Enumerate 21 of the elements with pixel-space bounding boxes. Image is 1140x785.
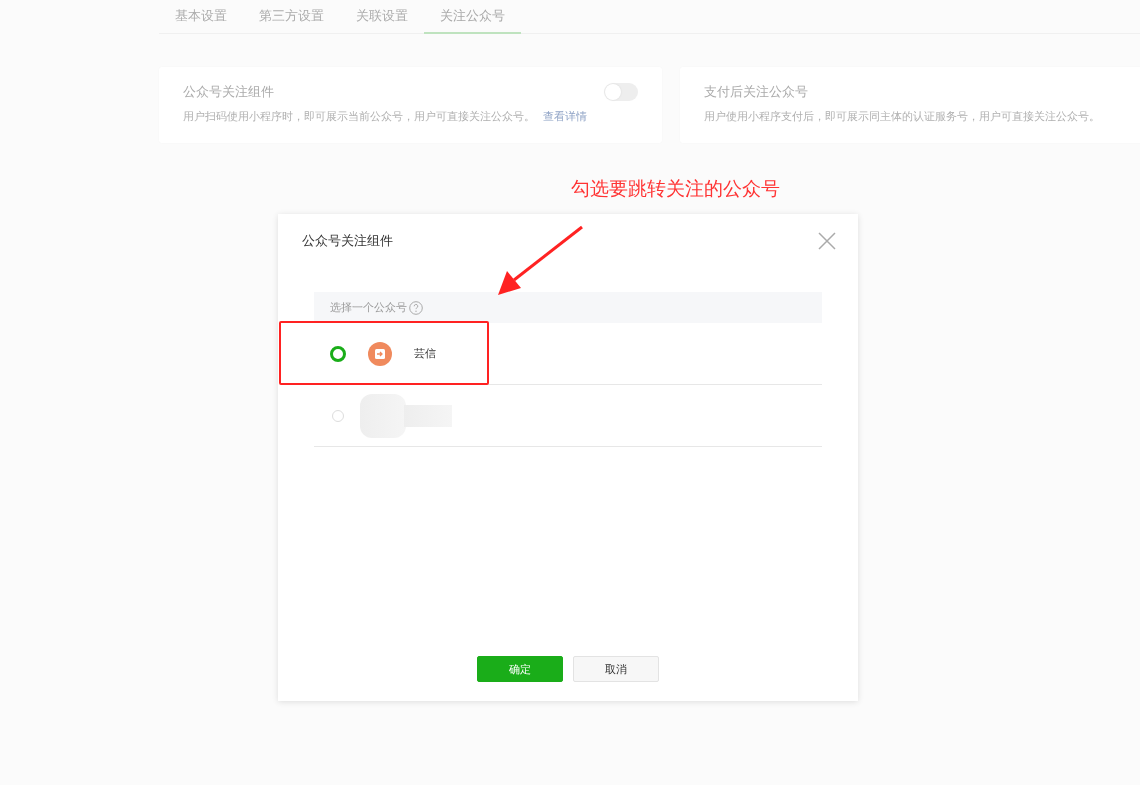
help-icon[interactable] bbox=[409, 300, 423, 315]
tab[interactable]: 关注公众号 bbox=[424, 0, 521, 34]
radio-button[interactable] bbox=[330, 345, 346, 362]
toggle-switch[interactable] bbox=[604, 83, 638, 101]
card-title: 支付后关注公众号 bbox=[704, 83, 808, 101]
tab[interactable]: 第三方设置 bbox=[243, 0, 340, 34]
account-avatar-icon bbox=[368, 341, 392, 366]
dialog-title: 公众号关注组件 bbox=[302, 232, 393, 250]
list-header-label: 选择一个公众号 bbox=[330, 300, 407, 315]
details-link[interactable]: 查看详情 bbox=[543, 110, 587, 123]
account-name: 芸信 bbox=[414, 346, 436, 361]
account-row[interactable]: 芸信 bbox=[314, 323, 822, 385]
confirm-button[interactable]: 确定 bbox=[477, 656, 563, 682]
card-description: 用户使用小程序支付后，即可展示同主体的认证服务号，用户可直接关注公众号。 bbox=[704, 109, 1101, 124]
card-title: 公众号关注组件 bbox=[183, 83, 274, 101]
cancel-button[interactable]: 取消 bbox=[573, 656, 659, 682]
tab[interactable]: 基本设置 bbox=[159, 0, 243, 34]
annotation-text: 勾选要跳转关注的公众号 bbox=[571, 176, 780, 201]
card-description: 用户扫码使用小程序时，即可展示当前公众号，用户可直接关注公众号。 查看详情 bbox=[183, 109, 588, 124]
tab[interactable]: 关联设置 bbox=[340, 0, 424, 34]
close-icon[interactable] bbox=[818, 232, 836, 250]
